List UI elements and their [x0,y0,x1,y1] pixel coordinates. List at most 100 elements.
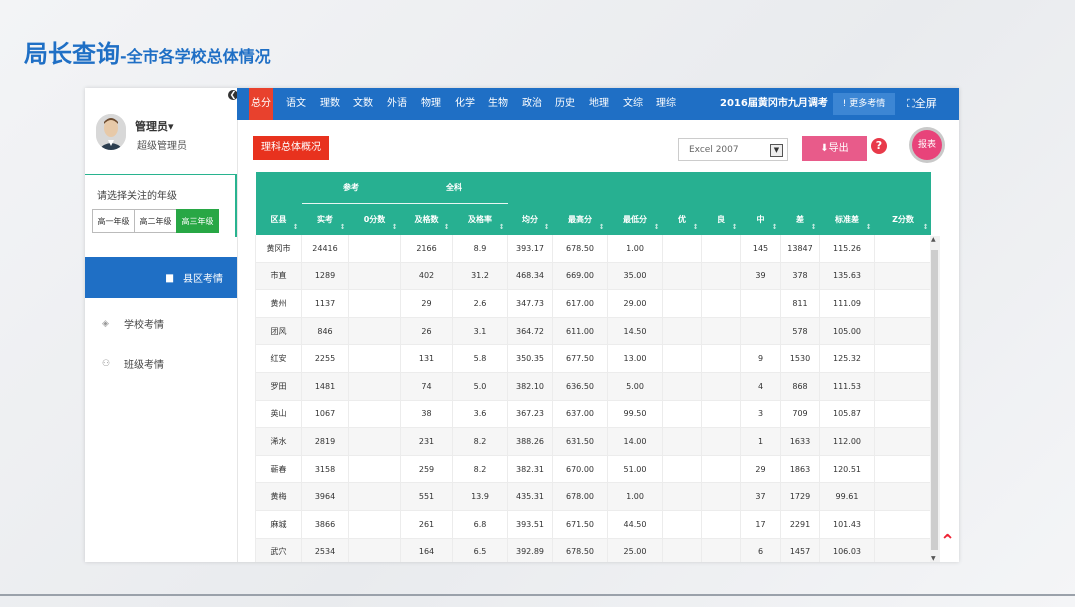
table-cell: 347.73 [507,289,553,318]
tab-chemistry[interactable]: 化学 [453,88,477,120]
sort-icon[interactable]: ↕ [293,223,299,231]
table-cell: 3866 [301,510,349,539]
column-header[interactable]: 标准差 ↕ [819,203,875,235]
tab-arts-comprehensive[interactable]: 文综 [621,88,645,120]
column-header-label: 差 [796,214,804,224]
column-header[interactable]: 均分 ↕ [507,203,553,235]
scroll-down-icon[interactable]: ▼ [931,555,936,562]
column-header[interactable]: 0分数 ↕ [348,203,401,235]
column-header-label: 区县 [270,214,287,224]
table-cell: 1481 [301,372,349,401]
sort-icon[interactable]: ↕ [772,223,778,231]
table-cell: 1.00 [607,235,663,263]
sort-icon[interactable]: ↕ [654,223,660,231]
table-cell: 631.50 [552,427,608,456]
column-header-label: 标准差 [835,214,859,224]
table-scrollbar[interactable]: ▲ ▼ [930,236,940,562]
fullscreen-button[interactable]: ⛶全屏 [907,88,937,120]
table-cell: 罗田 [255,372,302,401]
column-header[interactable]: 最高分 ↕ [552,203,608,235]
user-menu[interactable]: 管理员▾ [135,118,174,134]
grade-button-2[interactable]: 高二年级 [134,209,177,233]
column-header[interactable]: 中 ↕ [740,203,781,235]
grade-button-1[interactable]: 高一年级 [92,209,135,233]
table-cell: 1137 [301,289,349,318]
chevron-down-icon: ▾ [168,120,174,133]
building-icon: ▆ [166,272,173,283]
sort-icon[interactable]: ↕ [811,223,817,231]
table-cell [740,317,781,346]
tab-geography[interactable]: 地理 [587,88,611,120]
column-header[interactable]: 优 ↕ [662,203,702,235]
table-row: 红安 2255 131 5.8 350.35 677.50 13.00 9 1530 125.32 [255,344,931,373]
sidebar-item-label: 县区考情 [183,274,223,285]
sidebar-item-label: 班级考情 [124,360,164,371]
table-row: 市直 1289 402 31.2 468.34 669.00 35.00 39 378 135.6… [255,262,931,291]
tab-politics[interactable]: 政治 [520,88,544,120]
table-cell [348,235,401,263]
sort-icon[interactable]: ↕ [444,223,450,231]
table-cell: 111.53 [819,372,875,401]
sort-icon[interactable]: ↕ [499,223,505,231]
table-cell [701,289,741,318]
sort-icon[interactable]: ↕ [923,223,929,231]
sidebar-item-school[interactable]: ◈ 学校考情 [102,316,164,332]
science-overview-button[interactable]: 理科总体概况 [253,136,329,160]
table-cell: 团风 [255,317,302,346]
report-button[interactable]: 报表 [912,130,942,160]
table-cell: 120.51 [819,455,875,484]
table-cell: 636.50 [552,372,608,401]
tab-total[interactable]: 总分 [249,88,273,120]
table-cell [701,262,741,291]
sort-icon[interactable]: ↕ [866,223,872,231]
table-cell [740,289,781,318]
export-button[interactable]: ⬇导出 [802,136,867,161]
table-cell: 29 [740,455,781,484]
column-header-label: 中 [756,214,765,224]
back-to-top-icon[interactable]: ⌃ [940,531,955,552]
tab-foreign-language[interactable]: 外语 [385,88,409,120]
sort-icon[interactable]: ↕ [732,223,738,231]
tab-science-comprehensive[interactable]: 理综 [654,88,678,120]
column-header[interactable]: 及格数 ↕ [400,203,453,235]
sort-icon[interactable]: ↕ [392,223,398,231]
tab-chinese[interactable]: 语文 [284,88,308,120]
table-cell [662,455,702,484]
users-icon: ⚇ [102,358,111,369]
sort-icon[interactable]: ↕ [544,223,550,231]
column-header-label: 实考 [317,215,333,224]
more-exams-button[interactable]: ! 更多考情 [833,93,895,115]
sort-icon[interactable]: ↕ [693,223,699,231]
table-header-spacer [255,172,302,204]
tab-arts-math[interactable]: 文数 [351,88,375,120]
table-row: 浠水 2819 231 8.2 388.26 631.50 14.00 1 1633 112.00 [255,427,931,456]
sidebar-item-county[interactable]: ▆ 县区考情 [85,257,237,298]
tab-science-math[interactable]: 理数 [318,88,342,120]
table-cell: 393.51 [507,510,553,539]
table-cell: 39 [740,262,781,291]
column-header[interactable]: 差 ↕ [780,203,820,235]
tab-physics[interactable]: 物理 [419,88,443,120]
table-cell: 13.9 [452,482,508,511]
table-cell: 51.00 [607,455,663,484]
help-icon[interactable]: ? [871,138,887,154]
sort-icon[interactable]: ↕ [340,223,346,231]
scrollbar-thumb[interactable] [931,250,938,550]
tab-biology[interactable]: 生物 [486,88,510,120]
column-header[interactable]: 区县 ↕ [255,203,302,235]
column-header[interactable]: 良 ↕ [701,203,741,235]
column-header[interactable]: 实考 ↕ [301,203,349,235]
table-cell: 115.26 [819,235,875,263]
tab-history[interactable]: 历史 [553,88,577,120]
column-header[interactable]: 最低分 ↕ [607,203,663,235]
column-header[interactable]: 及格率 ↕ [452,203,508,235]
column-header[interactable]: Z分数 ↕ [874,203,931,235]
grade-button-3[interactable]: 高三年级 [176,209,219,233]
table-cell: 44.50 [607,510,663,539]
sort-icon[interactable]: ↕ [599,223,605,231]
export-format-select[interactable]: Excel 2007 ▼ [678,138,788,161]
sidebar-item-class[interactable]: ⚇ 班级考情 [102,356,164,372]
scroll-up-icon[interactable]: ▲ [931,236,936,243]
sidebar-item-label: 学校考情 [124,320,164,331]
table-cell: 29 [400,289,453,318]
